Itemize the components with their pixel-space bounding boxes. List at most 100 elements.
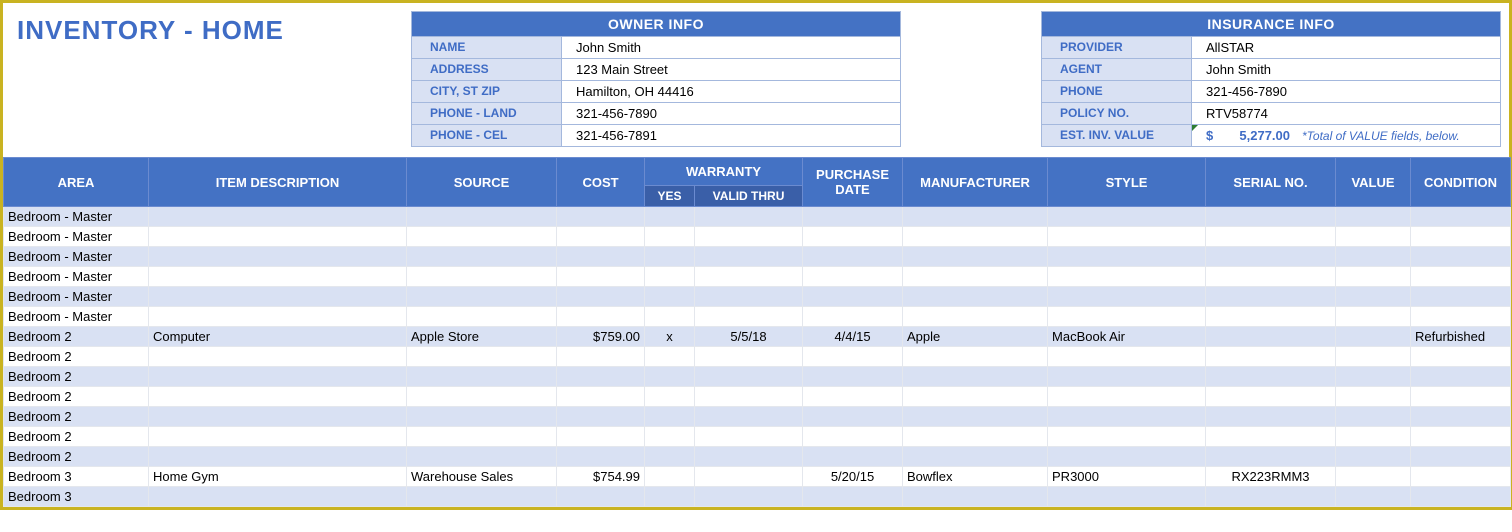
cell-area[interactable]: Bedroom 2 (4, 407, 149, 427)
cell-cond[interactable] (1411, 487, 1511, 507)
cell-serial[interactable] (1206, 447, 1336, 467)
cell-cond[interactable] (1411, 247, 1511, 267)
cell-area[interactable]: Bedroom 3 (4, 467, 149, 487)
cell-yes[interactable] (645, 227, 695, 247)
cell-valid[interactable] (695, 207, 803, 227)
cell-cost[interactable] (557, 307, 645, 327)
cell-yes[interactable]: x (645, 327, 695, 347)
cell-mfr[interactable] (903, 387, 1048, 407)
cell-pdate[interactable] (803, 207, 903, 227)
table-row[interactable]: Bedroom 2 (4, 447, 1511, 467)
cell-mfr[interactable] (903, 447, 1048, 467)
cell-serial[interactable] (1206, 487, 1336, 507)
cell-area[interactable]: Bedroom 2 (4, 347, 149, 367)
cell-mfr[interactable] (903, 347, 1048, 367)
cell-area[interactable]: Bedroom - Master (4, 307, 149, 327)
cell-valid[interactable] (695, 407, 803, 427)
cell-desc[interactable] (149, 367, 407, 387)
cell-cost[interactable] (557, 487, 645, 507)
cell-pdate[interactable] (803, 367, 903, 387)
cell-cond[interactable] (1411, 287, 1511, 307)
cell-yes[interactable] (645, 387, 695, 407)
cell-desc[interactable] (149, 307, 407, 327)
cell-style[interactable] (1048, 407, 1206, 427)
table-row[interactable]: Bedroom 2 (4, 367, 1511, 387)
cell-source[interactable]: Apple Store (407, 327, 557, 347)
cell-pdate[interactable] (803, 227, 903, 247)
cell-value[interactable] (1336, 427, 1411, 447)
cell-area[interactable]: Bedroom - Master (4, 287, 149, 307)
cell-mfr[interactable] (903, 287, 1048, 307)
cell-serial[interactable] (1206, 267, 1336, 287)
cell-style[interactable] (1048, 347, 1206, 367)
cell-serial[interactable] (1206, 247, 1336, 267)
cell-area[interactable]: Bedroom - Master (4, 247, 149, 267)
cell-cost[interactable] (557, 407, 645, 427)
cell-area[interactable]: Bedroom - Master (4, 207, 149, 227)
cell-serial[interactable]: RX223RMM3 (1206, 467, 1336, 487)
cell-serial[interactable] (1206, 327, 1336, 347)
cell-yes[interactable] (645, 487, 695, 507)
table-row[interactable]: Bedroom 2ComputerApple Store$759.00x5/5/… (4, 327, 1511, 347)
cell-value[interactable] (1336, 447, 1411, 467)
cell-mfr[interactable] (903, 487, 1048, 507)
cell-cost[interactable] (557, 347, 645, 367)
cell-cost[interactable] (557, 387, 645, 407)
cell-serial[interactable] (1206, 347, 1336, 367)
cell-valid[interactable] (695, 267, 803, 287)
cell-desc[interactable] (149, 447, 407, 467)
cell-yes[interactable] (645, 467, 695, 487)
cell-style[interactable] (1048, 447, 1206, 467)
cell-value[interactable] (1336, 247, 1411, 267)
cell-desc[interactable] (149, 247, 407, 267)
cell-cond[interactable] (1411, 227, 1511, 247)
table-row[interactable]: Bedroom - Master (4, 267, 1511, 287)
cell-cost[interactable] (557, 367, 645, 387)
table-row[interactable]: Bedroom - Master (4, 247, 1511, 267)
cell-pdate[interactable]: 5/20/15 (803, 467, 903, 487)
cell-valid[interactable] (695, 287, 803, 307)
cell-valid[interactable] (695, 387, 803, 407)
cell-cond[interactable] (1411, 447, 1511, 467)
cell-style[interactable] (1048, 427, 1206, 447)
cell-valid[interactable] (695, 247, 803, 267)
cell-cond[interactable] (1411, 387, 1511, 407)
cell-desc[interactable] (149, 207, 407, 227)
cell-cond[interactable] (1411, 207, 1511, 227)
cell-area[interactable]: Bedroom 2 (4, 427, 149, 447)
cell-yes[interactable] (645, 347, 695, 367)
cell-valid[interactable] (695, 427, 803, 447)
cell-mfr[interactable] (903, 367, 1048, 387)
table-row[interactable]: Bedroom 3Home GymWarehouse Sales$754.995… (4, 467, 1511, 487)
cell-mfr[interactable] (903, 407, 1048, 427)
cell-cost[interactable] (557, 247, 645, 267)
cell-pdate[interactable] (803, 407, 903, 427)
cell-source[interactable] (407, 367, 557, 387)
cell-cost[interactable] (557, 447, 645, 467)
cell-value[interactable] (1336, 407, 1411, 427)
cell-serial[interactable] (1206, 287, 1336, 307)
cell-mfr[interactable] (903, 267, 1048, 287)
cell-pdate[interactable] (803, 387, 903, 407)
cell-desc[interactable] (149, 347, 407, 367)
cell-source[interactable] (407, 247, 557, 267)
cell-source[interactable] (407, 267, 557, 287)
cell-desc[interactable]: Home Gym (149, 467, 407, 487)
cell-source[interactable] (407, 387, 557, 407)
cell-style[interactable] (1048, 367, 1206, 387)
cell-pdate[interactable] (803, 487, 903, 507)
cell-style[interactable] (1048, 207, 1206, 227)
table-row[interactable]: Bedroom 3 (4, 487, 1511, 507)
cell-value[interactable] (1336, 267, 1411, 287)
cell-source[interactable] (407, 447, 557, 467)
cell-cond[interactable] (1411, 427, 1511, 447)
table-row[interactable]: Bedroom - Master (4, 227, 1511, 247)
cell-value[interactable] (1336, 307, 1411, 327)
cell-area[interactable]: Bedroom 3 (4, 487, 149, 507)
cell-cost[interactable] (557, 287, 645, 307)
cell-cost[interactable] (557, 227, 645, 247)
cell-area[interactable]: Bedroom 2 (4, 367, 149, 387)
cell-cond[interactable] (1411, 307, 1511, 327)
cell-cost[interactable] (557, 267, 645, 287)
cell-desc[interactable] (149, 407, 407, 427)
